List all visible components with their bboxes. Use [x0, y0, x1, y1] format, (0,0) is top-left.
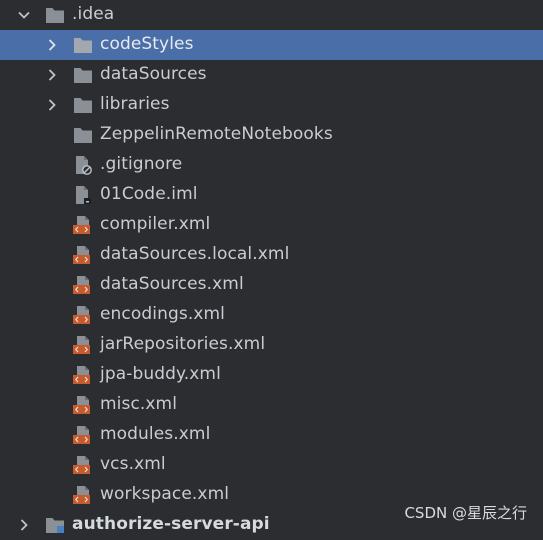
- tree-item-datasources-xml[interactable]: dataSources.xml: [0, 270, 543, 300]
- project-tree: .idea codeStyles dataSources libraries Z…: [0, 0, 543, 534]
- tree-item-vcs-xml[interactable]: vcs.xml: [0, 450, 543, 480]
- tree-item-label: .gitignore: [100, 154, 183, 174]
- xml-file-icon: [73, 306, 90, 324]
- tree-item-label: dataSources.xml: [100, 274, 244, 294]
- tree-item-label: workspace.xml: [100, 484, 230, 504]
- tree-item-label: misc.xml: [100, 394, 178, 414]
- tree-item-libraries[interactable]: libraries: [0, 90, 543, 120]
- watermark: CSDN @星辰之行: [404, 504, 527, 522]
- tree-item-jpa-buddy-xml[interactable]: jpa-buddy.xml: [0, 360, 543, 390]
- xml-file-icon: [73, 276, 90, 294]
- xml-file-icon: [73, 366, 90, 384]
- tree-item-encodings-xml[interactable]: encodings.xml: [0, 300, 543, 330]
- folder-icon: [74, 98, 92, 113]
- iml-file-icon: [76, 186, 91, 204]
- tree-item-misc-xml[interactable]: misc.xml: [0, 390, 543, 420]
- folder-icon: [74, 128, 92, 143]
- xml-file-icon: [73, 426, 90, 444]
- tree-item-codestyles[interactable]: codeStyles: [0, 30, 543, 60]
- xml-file-icon: [73, 396, 90, 414]
- tree-item-jarrepositories-xml[interactable]: jarRepositories.xml: [0, 330, 543, 360]
- tree-item-gitignore[interactable]: .gitignore: [0, 150, 543, 180]
- folder-icon: [74, 68, 92, 83]
- chevron-right-icon[interactable]: [44, 37, 60, 53]
- tree-item-label: jarRepositories.xml: [100, 334, 266, 354]
- tree-item-label: compiler.xml: [100, 214, 211, 234]
- xml-file-icon: [73, 246, 90, 264]
- module-folder-icon: [46, 518, 64, 533]
- tree-item-idea[interactable]: .idea: [0, 0, 543, 30]
- tree-item-label: encodings.xml: [100, 304, 225, 324]
- chevron-right-icon[interactable]: [44, 97, 60, 113]
- tree-item-label: libraries: [100, 94, 170, 114]
- tree-item-label: dataSources: [100, 64, 207, 84]
- tree-item-datasources[interactable]: dataSources: [0, 60, 543, 90]
- tree-item-label: dataSources.local.xml: [100, 244, 290, 264]
- xml-file-icon: [73, 336, 90, 354]
- xml-file-icon: [73, 486, 90, 504]
- tree-item-label: jpa-buddy.xml: [100, 364, 221, 384]
- tree-item-compiler-xml[interactable]: compiler.xml: [0, 210, 543, 240]
- tree-item-label: ZeppelinRemoteNotebooks: [100, 124, 333, 144]
- tree-item-label: authorize-server-api: [72, 514, 270, 534]
- tree-item-datasources-local-xml[interactable]: dataSources.local.xml: [0, 240, 543, 270]
- xml-file-icon: [73, 456, 90, 474]
- tree-item-label: modules.xml: [100, 424, 211, 444]
- chevron-right-icon[interactable]: [44, 67, 60, 83]
- tree-item-modules-xml[interactable]: modules.xml: [0, 420, 543, 450]
- tree-item-label: codeStyles: [100, 34, 194, 54]
- xml-file-icon: [73, 216, 90, 234]
- folder-icon: [46, 8, 64, 23]
- tree-item-label: vcs.xml: [100, 454, 166, 474]
- folder-icon: [74, 38, 92, 53]
- tree-item-zeppelinremotenotebooks[interactable]: ZeppelinRemoteNotebooks: [0, 120, 543, 150]
- tree-item-label: .idea: [72, 4, 115, 24]
- tree-item-label: 01Code.iml: [100, 184, 198, 204]
- chevron-down-icon[interactable]: [16, 7, 32, 23]
- ignore-file-icon: [76, 156, 92, 175]
- tree-item-01code-iml[interactable]: 01Code.iml: [0, 180, 543, 210]
